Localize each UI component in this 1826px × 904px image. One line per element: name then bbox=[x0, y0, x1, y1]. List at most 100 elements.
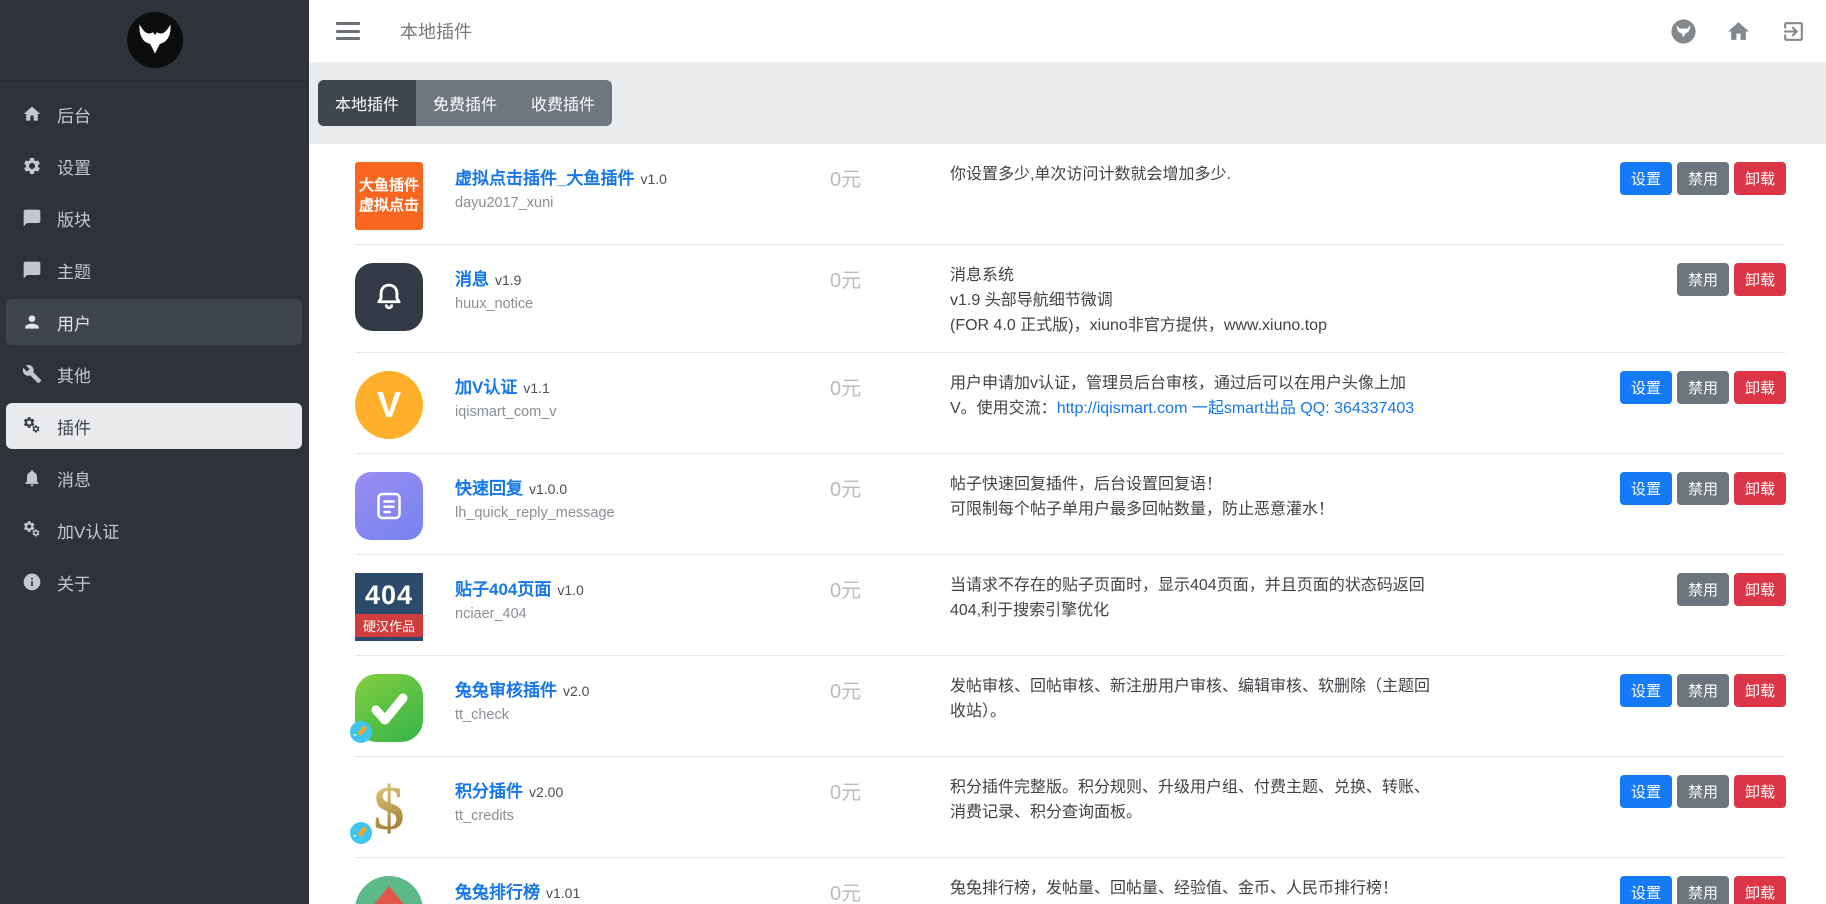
plugin-name-link[interactable]: 加V认证 bbox=[455, 378, 517, 397]
sidebar-item[interactable]: 插件 bbox=[6, 403, 302, 449]
uninstall-button[interactable]: 卸载 bbox=[1734, 674, 1786, 707]
plugin-title-block: 快速回复v1.0.0 lh_quick_reply_message bbox=[455, 472, 830, 521]
plugin-actions: 设置 禁用 卸载 bbox=[1620, 674, 1786, 707]
tab[interactable]: 本地插件 bbox=[318, 80, 416, 126]
plugin-version: v1.9 bbox=[495, 272, 521, 288]
settings-button[interactable]: 设置 bbox=[1620, 876, 1672, 904]
plugin-actions: 设置 禁用 卸载 bbox=[1620, 775, 1786, 808]
home-icon bbox=[22, 104, 42, 124]
plugin-description-link[interactable]: http://iqismart.com 一起smart出品 QQ: 364337… bbox=[1057, 400, 1414, 417]
uninstall-button[interactable]: 卸载 bbox=[1734, 162, 1786, 195]
disable-button[interactable]: 禁用 bbox=[1677, 472, 1729, 505]
plugin-icon bbox=[355, 263, 423, 331]
uninstall-button[interactable]: 卸载 bbox=[1734, 876, 1786, 904]
page-title: 本地插件 bbox=[400, 18, 472, 44]
sidebar-item-label: 用户 bbox=[57, 310, 91, 335]
home-button[interactable] bbox=[1726, 19, 1751, 44]
plugin-name-link[interactable]: 快速回复 bbox=[455, 479, 523, 498]
settings-button[interactable]: 设置 bbox=[1620, 775, 1672, 808]
plugin-description: 帖子快速回复插件，后台设置回复语！ 可限制每个帖子单用户最多回帖数量，防止恶意灌… bbox=[950, 472, 1600, 523]
sidebar-item[interactable]: 版块 bbox=[6, 195, 302, 241]
plugin-price: 0元 bbox=[830, 162, 950, 192]
comment-icon bbox=[22, 260, 42, 280]
xiuno-home-button[interactable] bbox=[1671, 19, 1696, 44]
plugin-version: v1.0 bbox=[640, 171, 666, 187]
sidebar-item[interactable]: 消息 bbox=[6, 455, 302, 501]
plugin-description: 积分插件完整版。积分规则、升级用户组、付费主题、兑换、转账、 消费记录、积分查询… bbox=[950, 775, 1600, 826]
plugin-actions: 设置 禁用 卸载 bbox=[1620, 162, 1786, 195]
sidebar: 后台 设置 bbox=[0, 0, 309, 904]
plugin-row: $ 积分插件v2.00 tt_cre bbox=[355, 756, 1786, 857]
uninstall-button[interactable]: 卸载 bbox=[1734, 775, 1786, 808]
sidebar-item[interactable]: 设置 bbox=[6, 143, 302, 189]
sidebar-item[interactable]: 主题 bbox=[6, 247, 302, 293]
plugin-title-block: 兔兔排行榜v1.01 tt_ranklist bbox=[455, 876, 830, 904]
plugin-price: 0元 bbox=[830, 674, 950, 704]
info-icon bbox=[22, 572, 42, 592]
plugin-description: 用户申请加v认证，管理员后台审核，通过后可以在用户头像上加 V。使用交流：htt… bbox=[950, 371, 1600, 422]
tab[interactable]: 免费插件 bbox=[416, 80, 514, 126]
plugin-id: iqismart_com_v bbox=[455, 404, 830, 420]
plugin-title-block: 贴子404页面 v1.0 nciaer_404 bbox=[455, 573, 830, 622]
sidebar-item[interactable]: 加V认证 bbox=[6, 507, 302, 553]
disable-button[interactable]: 禁用 bbox=[1677, 775, 1729, 808]
sidebar-item-label: 设置 bbox=[57, 154, 91, 179]
quick-reply-plugin-icon bbox=[355, 472, 423, 540]
settings-button[interactable]: 设置 bbox=[1620, 674, 1672, 707]
plugin-row: 大鱼插件虚拟点击 虚拟点击插件_大鱼插件v1.0 bbox=[355, 144, 1786, 244]
plugin-id: tt_credits bbox=[455, 808, 830, 824]
ranklist-plugin-icon bbox=[355, 876, 423, 904]
sidebar-item-label: 后台 bbox=[57, 102, 91, 127]
disable-button[interactable]: 禁用 bbox=[1677, 573, 1729, 606]
plugin-description: 你设置多少,单次访问计数就会增加多少. bbox=[950, 162, 1600, 188]
disable-button[interactable]: 禁用 bbox=[1677, 162, 1729, 195]
menu-toggle-button[interactable] bbox=[336, 22, 360, 40]
sidebar-item[interactable]: 其他 bbox=[6, 351, 302, 397]
plugin-version: v1.1 bbox=[523, 380, 549, 396]
plugin-row: 404 硬汉作品 贴子404页面 v1.0 nciaer_404 0元 bbox=[355, 554, 1786, 655]
uninstall-button[interactable]: 卸载 bbox=[1734, 371, 1786, 404]
sign-out-icon bbox=[1781, 19, 1806, 44]
logout-button[interactable] bbox=[1781, 19, 1806, 44]
disable-button[interactable]: 禁用 bbox=[1677, 371, 1729, 404]
sidebar-item[interactable]: 用户 bbox=[6, 299, 302, 345]
plugin-row: 兔兔排行榜v1.01 tt_ranklist 0元 兔兔排行榜，发帖量、回帖量、… bbox=[355, 857, 1786, 904]
settings-button[interactable]: 设置 bbox=[1620, 472, 1672, 505]
uninstall-button[interactable]: 卸载 bbox=[1734, 472, 1786, 505]
plugin-id: tt_check bbox=[455, 707, 830, 723]
plugin-name-link[interactable]: 兔兔审核插件 bbox=[455, 681, 557, 700]
plugin-id: nciaer_404 bbox=[455, 606, 830, 622]
plugin-name-link[interactable]: 贴子404页面 bbox=[455, 580, 551, 599]
plugin-name-link[interactable]: 消息 bbox=[455, 270, 489, 289]
disable-button[interactable]: 禁用 bbox=[1677, 876, 1729, 904]
xiuno-logo-icon[interactable] bbox=[126, 11, 184, 69]
uninstall-button[interactable]: 卸载 bbox=[1734, 573, 1786, 606]
plugin-name-link[interactable]: 兔兔排行榜 bbox=[455, 883, 540, 902]
disable-button[interactable]: 禁用 bbox=[1677, 263, 1729, 296]
sidebar-item-label: 关于 bbox=[57, 570, 91, 595]
disable-button[interactable]: 禁用 bbox=[1677, 674, 1729, 707]
plugin-name-link[interactable]: 积分插件 bbox=[455, 782, 523, 801]
gears-icon bbox=[22, 416, 42, 436]
plugin-name-link[interactable]: 虚拟点击插件_大鱼插件 bbox=[455, 169, 634, 188]
sidebar-item[interactable]: 后台 bbox=[6, 91, 302, 137]
plugin-title-block: 加V认证 v1.1 iqismart_com_v bbox=[455, 371, 830, 420]
pencil-badge-icon bbox=[349, 821, 373, 845]
plugin-version: v1.01 bbox=[546, 885, 580, 901]
plugin-price: 0元 bbox=[830, 573, 950, 603]
bell-plugin-icon bbox=[355, 263, 423, 331]
settings-button[interactable]: 设置 bbox=[1620, 371, 1672, 404]
sidebar-item[interactable]: 关于 bbox=[6, 559, 302, 605]
plugin-title-block: 消息v1.9 huux_notice bbox=[455, 263, 830, 312]
plugin-version: v1.0 bbox=[557, 582, 583, 598]
settings-button[interactable]: 设置 bbox=[1620, 162, 1672, 195]
plugin-description: 消息系统 v1.9 头部导航细节微调 (FOR 4.0 正式版)，xiuno非官… bbox=[950, 263, 1600, 338]
plugin-price: 0元 bbox=[830, 263, 950, 293]
plugin-icon: 404 硬汉作品 bbox=[355, 573, 423, 641]
plugin-price: 0元 bbox=[830, 371, 950, 401]
plugin-version: v1.0.0 bbox=[529, 481, 567, 497]
plugin-description: 发帖审核、回帖审核、新注册用户审核、编辑审核、软删除（主题回 收站）。 bbox=[950, 674, 1600, 725]
logo-area bbox=[0, 0, 309, 81]
uninstall-button[interactable]: 卸载 bbox=[1734, 263, 1786, 296]
tab[interactable]: 收费插件 bbox=[514, 80, 612, 126]
